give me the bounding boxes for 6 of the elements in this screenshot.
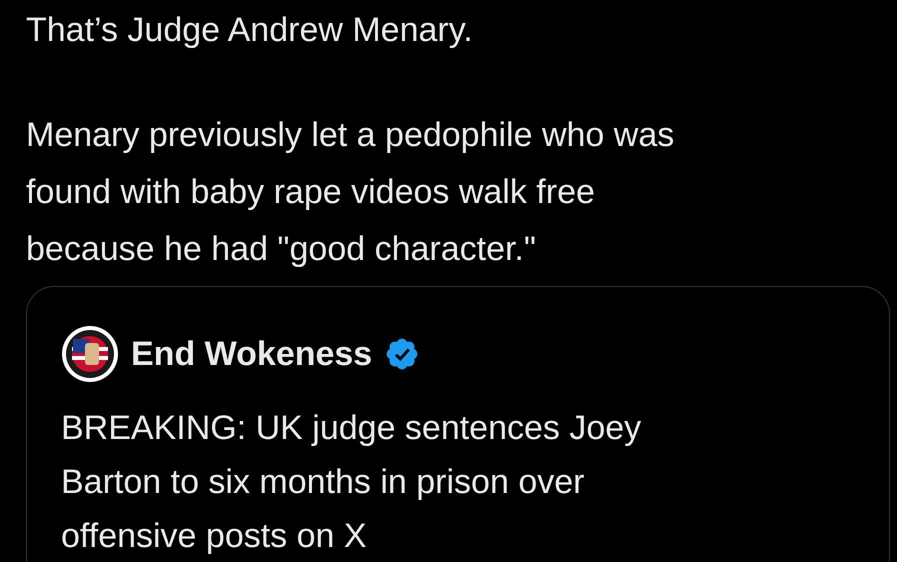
avatar xyxy=(61,325,119,383)
post-text: Menary previously let a pedophile who was found with baby rape videos walk free because he had "good character." xyxy=(26,115,674,270)
quoted-post-card[interactable]: End Wokeness BREAKING: UK judge sentences Joey Barton to six months in prison over offensive posts on X xyxy=(26,286,890,562)
post-text: That’s Judge Andrew Menary. xyxy=(26,10,473,51)
author-name[interactable]: End Wokeness xyxy=(131,332,372,376)
quoted-post-text: BREAKING: UK judge sentences Joey Barton to six months in prison over offensive posts on X xyxy=(61,408,642,557)
